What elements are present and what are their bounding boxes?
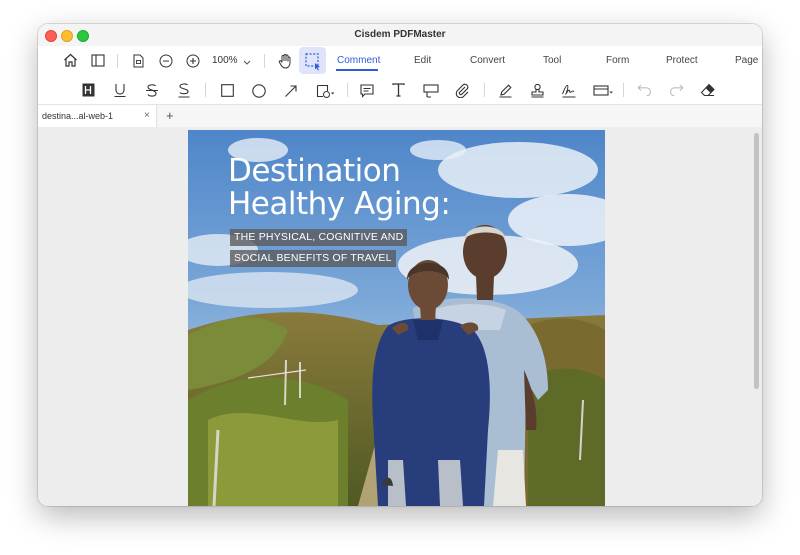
pdf-page: Destination Healthy Aging: THE PHYSICAL,… xyxy=(188,130,605,506)
tab-convert[interactable]: Convert xyxy=(470,55,505,66)
shape-menu-icon[interactable] xyxy=(315,83,337,98)
underline-icon[interactable] xyxy=(112,82,128,98)
window-title: Cisdem PDFMaster xyxy=(354,29,446,40)
ellipse-icon[interactable] xyxy=(251,83,266,98)
tab-page[interactable]: Page xyxy=(735,55,758,66)
signature-icon[interactable] xyxy=(561,82,577,98)
main-toolbar xyxy=(38,46,762,76)
chevron-down-icon[interactable] xyxy=(243,55,251,73)
document-tab[interactable]: destina...al-web-1 × xyxy=(38,105,157,127)
rectangle-icon[interactable] xyxy=(220,83,235,98)
strikethrough-icon[interactable] xyxy=(144,82,160,98)
cover-title-line: Healthy Aging: xyxy=(228,186,451,222)
cover-title: Destination Healthy Aging: xyxy=(228,153,451,222)
close-tab-icon[interactable]: × xyxy=(144,110,150,121)
redact-menu-icon[interactable] xyxy=(592,83,614,97)
undo-icon[interactable] xyxy=(636,83,652,97)
highlight-icon[interactable] xyxy=(81,83,95,97)
tab-edit[interactable]: Edit xyxy=(414,55,431,66)
note-icon[interactable] xyxy=(359,83,374,98)
zoom-in-icon[interactable] xyxy=(185,53,201,69)
toolbar-divider xyxy=(205,83,206,97)
cover-subtitle-line: SOCIAL BENEFITS OF TRAVEL xyxy=(230,250,396,267)
tab-protect[interactable]: Protect xyxy=(666,55,698,66)
squiggly-underline-icon[interactable] xyxy=(176,82,192,98)
pencil-icon[interactable] xyxy=(497,82,513,98)
document-tab-label: destina...al-web-1 xyxy=(42,111,114,121)
stamp-icon[interactable] xyxy=(529,82,545,98)
zoom-out-icon[interactable] xyxy=(158,53,174,69)
cover-subtitle-line: THE PHYSICAL, COGNITIVE AND xyxy=(230,229,408,246)
document-tab-bar: destina...al-web-1 × + xyxy=(38,104,762,128)
callout-icon[interactable] xyxy=(422,83,439,98)
comment-toolbar xyxy=(38,76,762,104)
toolbar-divider xyxy=(623,83,624,97)
tab-tool[interactable]: Tool xyxy=(543,55,561,66)
home-icon[interactable] xyxy=(62,52,78,68)
sidebar-toggle-icon[interactable] xyxy=(90,52,106,68)
toolbar-divider xyxy=(484,83,485,97)
select-tool-button[interactable] xyxy=(299,47,326,74)
add-tab-button[interactable]: + xyxy=(166,108,174,123)
active-tab-indicator xyxy=(336,69,378,71)
tab-form[interactable]: Form xyxy=(606,55,629,66)
attachment-icon[interactable] xyxy=(454,82,470,98)
toolbar-divider xyxy=(117,54,118,68)
tab-comment[interactable]: Comment xyxy=(337,55,380,66)
eraser-icon[interactable] xyxy=(700,82,716,98)
marquee-select-icon xyxy=(305,53,320,71)
document-viewer: Destination Healthy Aging: THE PHYSICAL,… xyxy=(38,127,762,506)
page-fit-icon[interactable] xyxy=(131,53,145,69)
cover-title-line: Destination xyxy=(228,153,401,189)
arrow-icon[interactable] xyxy=(283,83,298,98)
hand-tool-icon[interactable] xyxy=(276,52,294,70)
app-window: Cisdem PDFMaster 100% Comment Edit Conve… xyxy=(38,24,762,506)
toolbar-divider xyxy=(347,83,348,97)
redo-icon[interactable] xyxy=(668,83,684,97)
text-tool-icon[interactable] xyxy=(391,82,406,98)
vertical-scrollbar[interactable] xyxy=(754,133,759,389)
toolbar-divider xyxy=(264,54,265,68)
title-bar: Cisdem PDFMaster xyxy=(38,24,762,46)
zoom-level-select[interactable]: 100% xyxy=(212,55,238,66)
